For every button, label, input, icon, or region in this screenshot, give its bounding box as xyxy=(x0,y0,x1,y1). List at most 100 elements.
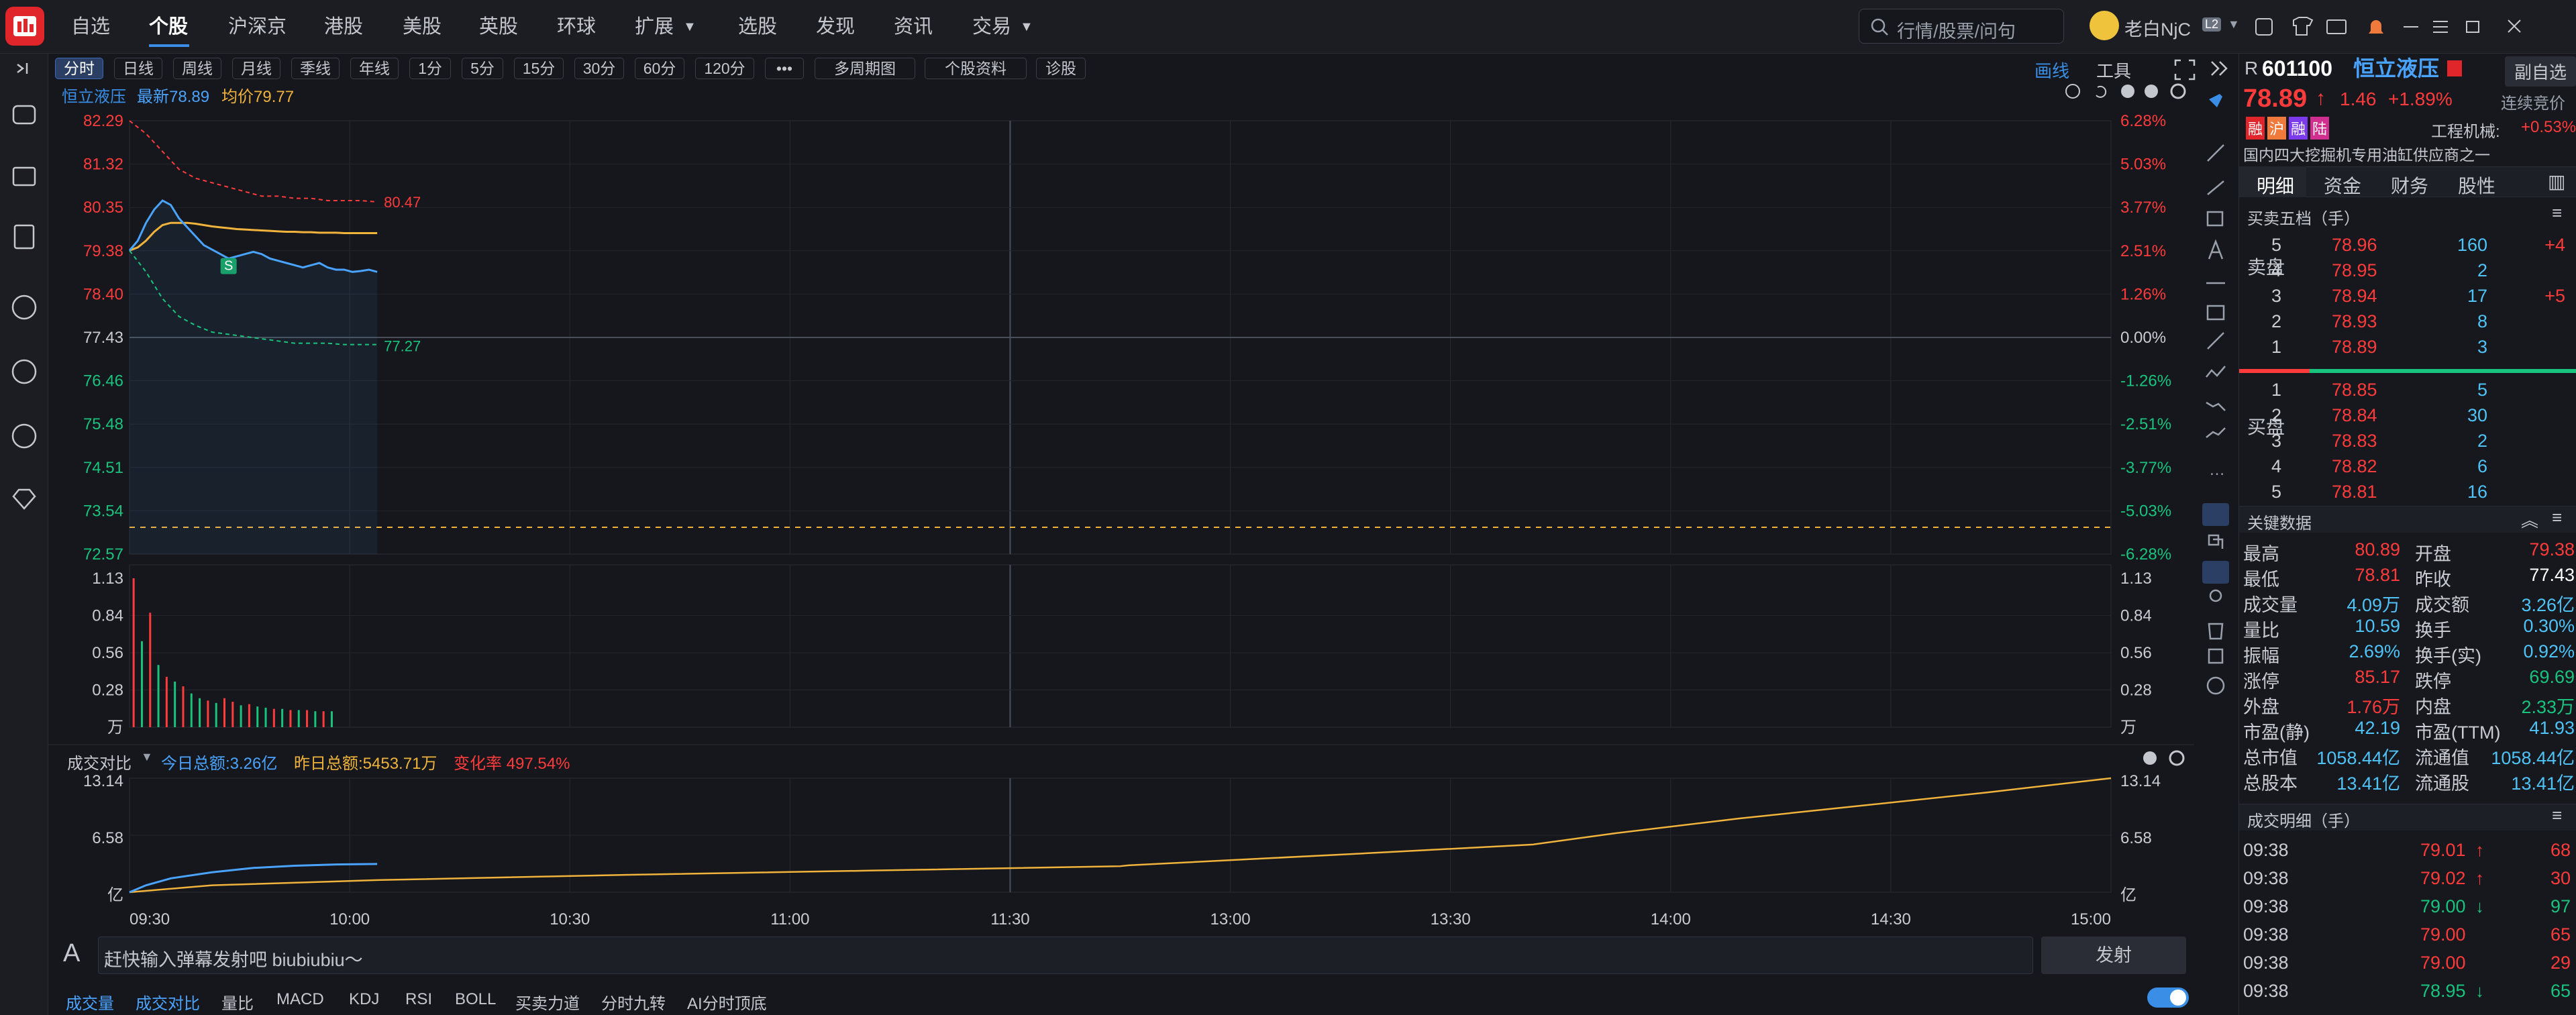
tab-nine-turn[interactable]: 分时九转 xyxy=(601,990,666,1014)
up-arrow-icon: ↑ xyxy=(2316,87,2326,109)
tab-character[interactable]: 股性 xyxy=(2458,172,2495,199)
sector-label[interactable]: 工程机械: xyxy=(2431,118,2500,142)
compare-label[interactable]: 成交对比 xyxy=(67,750,132,773)
help-icon xyxy=(2206,676,2225,695)
key-label: 成交量 xyxy=(2243,595,2298,615)
layout-icon[interactable]: ▥ xyxy=(2548,170,2565,193)
pen-icon-bg xyxy=(2202,561,2229,584)
sell-level: 5 xyxy=(2271,235,2282,255)
danmaku-placeholder: 赶快输入弹幕发射吧 biubiubiu～ xyxy=(104,950,363,970)
font-icon[interactable]: A xyxy=(63,939,80,968)
stock-price: 78.89 xyxy=(2243,85,2308,113)
trade-volume: 30 xyxy=(2550,868,2571,888)
mail-icon xyxy=(2326,19,2347,34)
key-value: 10.59 xyxy=(2355,616,2400,636)
danmaku-toggle[interactable] xyxy=(2147,987,2189,1008)
sell-volume: 8 xyxy=(2477,311,2487,331)
buy-level: 3 xyxy=(2271,431,2282,451)
price-tick-label: 73.54 xyxy=(83,502,123,520)
sell-label: 卖盘 xyxy=(2247,257,2285,278)
time-tick-label: 13:30 xyxy=(1431,910,1471,928)
close-icon xyxy=(2508,19,2521,33)
tab-power[interactable]: 买卖力道 xyxy=(515,990,580,1014)
menu-icon[interactable]: ≡ xyxy=(2552,203,2562,223)
tag-connect: 陆 xyxy=(2310,117,2330,140)
more-tools-icon: … xyxy=(2209,461,2225,479)
trade-volume: 29 xyxy=(2550,953,2571,973)
tab-kdj[interactable]: KDJ xyxy=(349,990,379,1009)
tab-compare[interactable]: 成交对比 xyxy=(136,990,200,1014)
tab-rsi[interactable]: RSI xyxy=(405,990,432,1009)
trade-time: 09:38 xyxy=(2243,868,2289,888)
pct-tick-label: 1.26% xyxy=(2120,285,2166,303)
key-label: 流通股 xyxy=(2415,773,2469,794)
trade-price: 78.95 xyxy=(2420,981,2466,1001)
tag-sh: 沪 xyxy=(2267,117,2287,140)
time-tick-label: 11:00 xyxy=(770,910,809,928)
buy-volume: 16 xyxy=(2467,482,2487,502)
send-button[interactable]: 发射 xyxy=(2041,937,2186,974)
tab-finance[interactable]: 财务 xyxy=(2391,172,2428,199)
key-value: 13.41亿 xyxy=(2511,773,2575,794)
time-tick-label: 13:00 xyxy=(1210,910,1251,928)
danmaku-input[interactable]: 赶快输入弹幕发射吧 biubiubiu～ xyxy=(98,937,2033,974)
trade-time: 09:38 xyxy=(2243,981,2289,1001)
key-label: 开盘 xyxy=(2415,544,2451,564)
collapse-icon[interactable]: ︽ xyxy=(2521,507,2538,532)
tab-vol-ratio[interactable]: 量比 xyxy=(221,990,254,1014)
key-value: 2.69% xyxy=(2349,641,2400,661)
sell-delta: +5 xyxy=(2544,286,2565,306)
buy-strength-bar xyxy=(2239,369,2310,373)
tab-funds[interactable]: 资金 xyxy=(2324,172,2361,199)
sell-volume: 17 xyxy=(2467,286,2487,306)
drawing-tools[interactable]: … xyxy=(2196,87,2237,758)
wave-tool-icon xyxy=(2206,366,2226,378)
key-value: 13.41亿 xyxy=(2336,773,2400,794)
restore-icon xyxy=(2466,21,2479,33)
sell-price: 78.89 xyxy=(2332,337,2377,357)
tab-macd[interactable]: MACD xyxy=(276,990,324,1009)
menu-icon[interactable]: ≡ xyxy=(2552,507,2562,528)
sector-pct: +0.53% xyxy=(2521,118,2576,136)
line-tool-icon xyxy=(2207,144,2224,162)
key-value: 0.30% xyxy=(2523,616,2575,636)
price-tick-label: 72.57 xyxy=(83,545,123,564)
tab-ai-top-bottom[interactable]: AI分时顶底 xyxy=(687,990,767,1014)
price-tick-label: 76.46 xyxy=(83,372,123,390)
pct-tick-label: -3.77% xyxy=(2120,459,2171,477)
buy-price: 78.85 xyxy=(2332,380,2377,400)
trash-icon xyxy=(2208,623,2224,640)
tab-volume[interactable]: 成交量 xyxy=(66,990,114,1014)
tab-detail[interactable]: 明细 xyxy=(2257,172,2294,199)
trade-price: 79.00 xyxy=(2420,953,2466,973)
skin-icon xyxy=(2293,17,2314,36)
bookmark-icon[interactable] xyxy=(2447,60,2462,76)
sell-volume: 2 xyxy=(2477,260,2487,280)
compare-yesterday: 昨日总额:5453.71万 xyxy=(294,755,437,773)
stock-r: R xyxy=(2245,58,2259,78)
image-tool-icon xyxy=(2206,305,2225,321)
time-tick-label: 11:30 xyxy=(990,910,1029,928)
tab-boll[interactable]: BOLL xyxy=(455,990,496,1009)
intraday-chart[interactable]: 82.29 6.28% 81.32 5.03% 80.35 3.77% 79.38 2.51%… xyxy=(0,0,2214,953)
buy-level: 1 xyxy=(2271,380,2282,400)
sell-strength-bar xyxy=(2310,369,2576,373)
remove-watchlist-button[interactable]: 副自选 xyxy=(2505,56,2576,87)
key-value: 41.93 xyxy=(2529,718,2575,738)
menu-icon[interactable]: ≡ xyxy=(2552,805,2562,826)
compare-tick-label: 6.58 xyxy=(92,829,123,847)
right-panel: R 601100 恒立液压 副自选 78.89 ↑ 1.46 +1.89% 连续… xyxy=(2238,54,2576,1015)
menu-icon xyxy=(2433,21,2448,33)
time-tick-label: 10:30 xyxy=(550,910,590,928)
vol-tick-label-right: 万 xyxy=(2120,718,2136,737)
stock-name[interactable]: 恒立液压 xyxy=(2353,54,2439,83)
key-value: 69.69 xyxy=(2529,667,2575,687)
key-value: 79.38 xyxy=(2529,539,2575,559)
vol-tick-label-right: 0.84 xyxy=(2120,607,2152,625)
rise-tool-icon xyxy=(2206,427,2226,438)
signal-marker-label: S xyxy=(224,259,233,274)
stock-change: 1.46 xyxy=(2340,89,2377,109)
vol-tick-label: 0.84 xyxy=(92,607,123,625)
buy-level: 2 xyxy=(2271,405,2282,425)
key-value: 42.19 xyxy=(2355,718,2400,738)
